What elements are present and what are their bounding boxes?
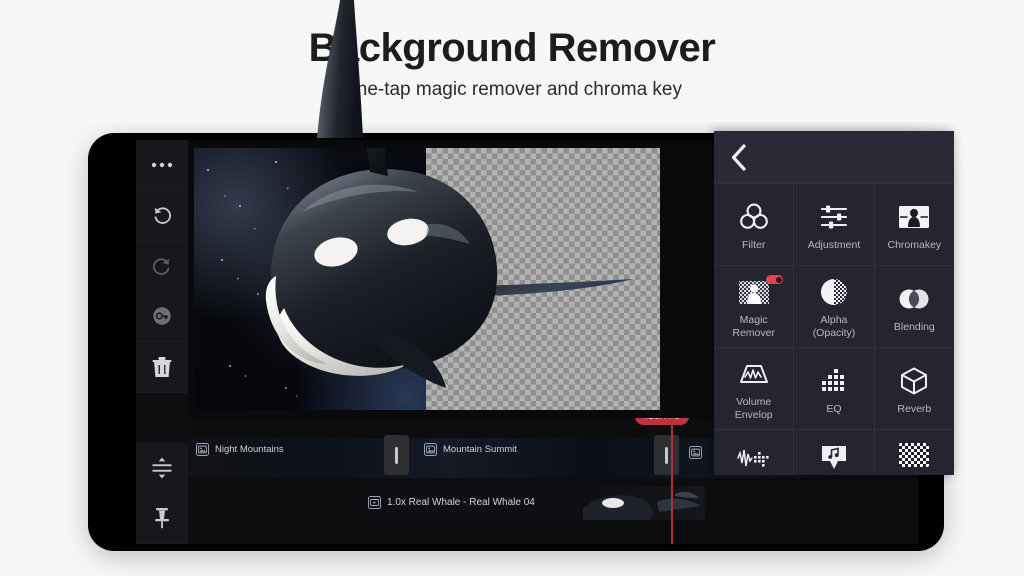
tool-eq[interactable]: EQ [794,348,874,429]
undo-button[interactable] [136,190,188,241]
tool-options-panel: Filter Adjustment Chromakey Magic Remove… [714,131,954,475]
timeline-video-clip[interactable]: 1.0x Real Whale - Real Whale 04 [360,486,705,520]
tool-volume-envelope[interactable]: Volume Envelop [714,348,794,429]
audio-download-icon [819,443,849,473]
preview-background-layer [194,148,426,410]
video-thumbnail-strip [583,486,705,520]
starfield [194,148,426,410]
equalizer-icon [821,366,847,396]
photo-icon [424,443,437,456]
clip-label-night-mountains: Night Mountains [188,438,284,456]
tool-audio-extract[interactable] [794,430,874,475]
editor-left-toolbar [136,140,188,544]
ellipsis-icon [151,162,173,167]
tool-label: Alpha (Opacity) [812,314,856,339]
more-options-button[interactable] [136,140,188,191]
tool-filter[interactable]: Filter [714,184,794,265]
redo-icon [153,258,170,275]
tool-label: Chromakey [887,238,942,251]
alpha-opacity-icon [820,277,848,307]
back-chevron-icon[interactable] [730,143,747,171]
checker-pattern-icon [899,443,930,467]
tool-adjustment[interactable]: Adjustment [794,184,874,265]
tool-label: Filter [741,238,766,251]
undo-icon [154,207,171,225]
trash-icon [152,356,172,377]
sliders-icon [820,202,848,232]
tool-label: Adjustment [807,238,861,251]
playhead-time-badge: :16.789 [635,418,690,425]
keyframe-button[interactable] [136,291,188,342]
tool-magic-remover[interactable]: Magic Remover [714,266,794,347]
three-circles-icon [739,202,769,232]
delete-button[interactable] [136,342,188,393]
tool-reverb[interactable]: Reverb [874,348,954,429]
tool-label: Magic Remover [732,314,775,339]
clip-label-mountain-summit: Mountain Summit [416,438,517,456]
page-header: Background Remover One-tap magic remover… [0,0,1024,122]
page-subtitle: One-tap magic remover and chroma key [341,79,683,100]
tool-grid: Filter Adjustment Chromakey Magic Remove… [714,183,954,475]
trim-handle-right[interactable] [654,435,679,475]
tool-alpha-opacity[interactable]: Alpha (Opacity) [794,266,874,347]
redo-button[interactable] [136,241,188,292]
expand-vertical-icon [152,457,172,479]
clip-title: Mountain Summit [443,444,517,455]
volume-envelope-icon [738,359,770,389]
tool-label: Reverb [897,402,932,415]
tool-label: Volume Envelop [734,396,773,421]
video-play-icon [368,496,381,509]
video-clip-title: 1.0x Real Whale - Real Whale 04 [387,497,535,508]
tool-label: EQ [826,402,842,415]
pin-icon [155,508,169,529]
expand-track-button[interactable] [136,442,188,494]
tool-waveform[interactable] [714,430,794,475]
blending-icon [898,284,930,314]
waveform-icon [736,443,771,473]
photo-icon [689,446,702,459]
tool-blending[interactable]: Blending [874,266,954,347]
reverb-cube-icon [900,366,928,396]
transparency-checkerboard [426,148,660,410]
pin-button[interactable] [136,493,188,544]
key-icon [153,307,171,325]
tool-checker-pattern[interactable] [874,430,954,475]
tool-chromakey[interactable]: Chromakey [874,184,954,265]
panel-header [714,131,954,183]
magic-remover-toggle-badge[interactable] [766,275,784,284]
tool-label: Blending [893,320,935,333]
playhead[interactable] [671,418,673,544]
whale-dorsal-fin-overlay [317,0,363,138]
clip-title: Night Mountains [215,444,284,455]
video-preview-canvas[interactable] [194,148,660,410]
chromakey-icon [898,202,930,232]
photo-icon [196,443,209,456]
spacer-row [136,392,188,443]
page-title: Background Remover [308,26,716,70]
magic-remover-icon [738,277,770,307]
trim-handle-left[interactable] [384,435,409,475]
